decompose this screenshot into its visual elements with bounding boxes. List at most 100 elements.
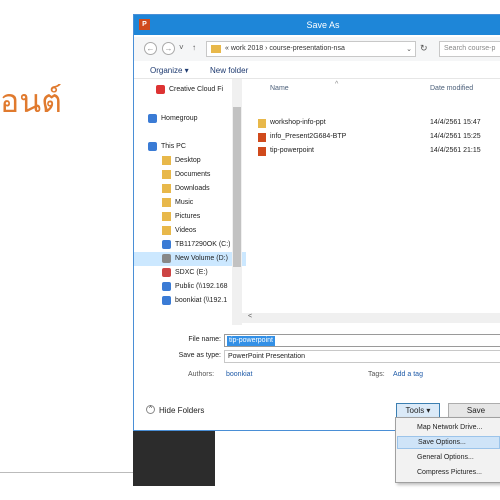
pptx-file-icon [258,147,266,156]
menu-item[interactable]: Compress Pictures... [397,466,500,479]
table-row[interactable]: workshop-info-ppt 14/4/2561 15:47 [252,117,500,130]
nav-item-label: TB117290OK (C:) [175,241,231,248]
nav-item-label: Homegroup [161,115,198,122]
folder-icon [162,212,171,221]
file-name: info_Present2G684-BTP [270,133,347,140]
nav-item-label: Music [175,199,194,206]
nav-item-label: Documents [175,171,211,178]
nav-item[interactable]: SDXC (E:) [134,266,246,280]
refresh-icon[interactable]: ↻ [420,43,428,54]
menu-item[interactable]: Save Options... [397,436,500,449]
nav-item-label: Creative Cloud Fi [169,86,224,93]
command-toolbar: Organize ▾ New folder [134,63,500,79]
save-as-dialog: P Save As ← → ˅ ↑ « work 2018 › course-p… [133,14,500,431]
nav-item-label: Pictures [175,213,201,220]
folder-icon [162,170,171,179]
navigation-pane: Creative Cloud Fi Homegroup This PC Desktop… [134,79,246,325]
authors-label: Authors: [188,371,215,378]
nav-item[interactable]: Desktop [134,154,246,168]
drive-icon [162,254,171,263]
collapse-icon: ^ [146,405,155,414]
recent-locations-chevron-icon[interactable]: ˅ [179,43,184,52]
nav-item[interactable]: Creative Cloud Fi [134,83,246,97]
nav-item-label: Downloads [175,185,210,192]
slide-divider [0,472,133,473]
nav-item-label: Public (\\192.168 [175,283,228,290]
file-name: tip-powerpoint [270,147,314,154]
file-date: 14/4/2561 15:47 [430,119,481,126]
scrollbar-thumb[interactable] [233,107,241,267]
nav-item[interactable]: Pictures [134,210,246,224]
nav-item[interactable]: TB117290OK (C:) [134,238,246,252]
folder-icon [162,226,171,235]
nav-item[interactable]: This PC [134,140,246,154]
pptx-file-icon [258,133,266,142]
dialog-title: Save As [306,20,340,30]
new-folder-button[interactable]: New folder [210,66,248,75]
tags-value[interactable]: Add a tag [393,371,423,378]
nav-item-label: This PC [161,143,186,150]
nav-item[interactable]: Homegroup [134,112,246,126]
nav-item[interactable]: Videos [134,224,246,238]
slide-dark-panel [133,430,215,486]
hide-folders-label: Hide Folders [159,406,205,415]
drive-icon [162,240,171,249]
nav-item[interactable]: Music [134,196,246,210]
computer-icon [148,142,157,151]
homegroup-icon [148,114,157,123]
file-date: 14/4/2561 15:25 [430,133,481,140]
nav-item[interactable]: Downloads [134,182,246,196]
network-drive-icon [162,282,171,291]
column-header-name[interactable]: Name [270,85,289,92]
folder-icon [162,198,171,207]
path-input[interactable]: « work 2018 › course-presentation-nsa ⌄ [206,41,416,57]
search-placeholder: Search course-p [444,45,496,52]
nav-item[interactable]: Public (\\192.168 [134,280,246,294]
menu-item[interactable]: Map Network Drive... [397,421,500,434]
nav-item-label: Videos [175,227,197,234]
address-bar: ← → ˅ ↑ « work 2018 › course-presentatio… [134,37,500,61]
folder-icon [258,119,266,128]
forward-button[interactable]: → [162,42,175,55]
table-row[interactable]: info_Present2G684-BTP 14/4/2561 15:25 [252,131,500,144]
file-date: 14/4/2561 21:15 [430,147,481,154]
tags-label: Tags: [368,371,385,378]
file-list: Name ^ Date modified workshop-info-ppt 14… [252,79,500,325]
nav-item[interactable]: New Volume (D:) [134,252,246,266]
file-name: workshop-info-ppt [270,119,326,126]
up-arrow-icon[interactable]: ↑ [192,43,196,52]
nav-item-label: New Volume (D:) [175,255,228,262]
folder-icon [162,184,171,193]
scroll-left-arrow-icon[interactable]: < [248,313,252,320]
sort-ascending-icon: ^ [335,81,339,88]
organize-button[interactable]: Organize ▾ [150,66,189,75]
navigation-scrollbar[interactable] [232,79,242,325]
nav-item-label: SDXC (E:) [175,269,208,276]
filename-label: File name: [188,336,221,343]
savetype-value: PowerPoint Presentation [228,353,306,360]
filename-value: tip-powerpoint [227,336,275,346]
horizontal-scrollbar[interactable]: < [234,313,500,323]
title-bar[interactable]: P Save As [134,15,500,35]
column-header-date[interactable]: Date modified [430,85,473,92]
folder-icon [162,156,171,165]
menu-item[interactable]: General Options... [397,451,500,464]
search-input[interactable]: Search course-p [439,41,500,57]
nav-item[interactable]: boonkiat (\\192.1 [134,294,246,308]
network-drive-icon [162,296,171,305]
path-dropdown-icon[interactable]: ⌄ [406,45,412,53]
savetype-select[interactable]: PowerPoint Presentation [224,350,500,363]
path-text: « work 2018 › course-presentation-nsa [225,45,345,52]
nav-item-label: boonkiat (\\192.1 [175,297,228,304]
back-button[interactable]: ← [144,42,157,55]
nav-item-label: Desktop [175,157,201,164]
creative-cloud-icon [156,85,165,94]
slide-title: อนต์ [0,82,62,120]
folder-icon [211,45,221,53]
savetype-label: Save as type: [178,352,221,359]
authors-value[interactable]: boonkiat [226,371,252,378]
sd-card-icon [162,268,171,277]
nav-item[interactable]: Documents [134,168,246,182]
filename-input[interactable]: tip-powerpoint [224,334,500,347]
table-row[interactable]: tip-powerpoint 14/4/2561 21:15 [252,145,500,158]
